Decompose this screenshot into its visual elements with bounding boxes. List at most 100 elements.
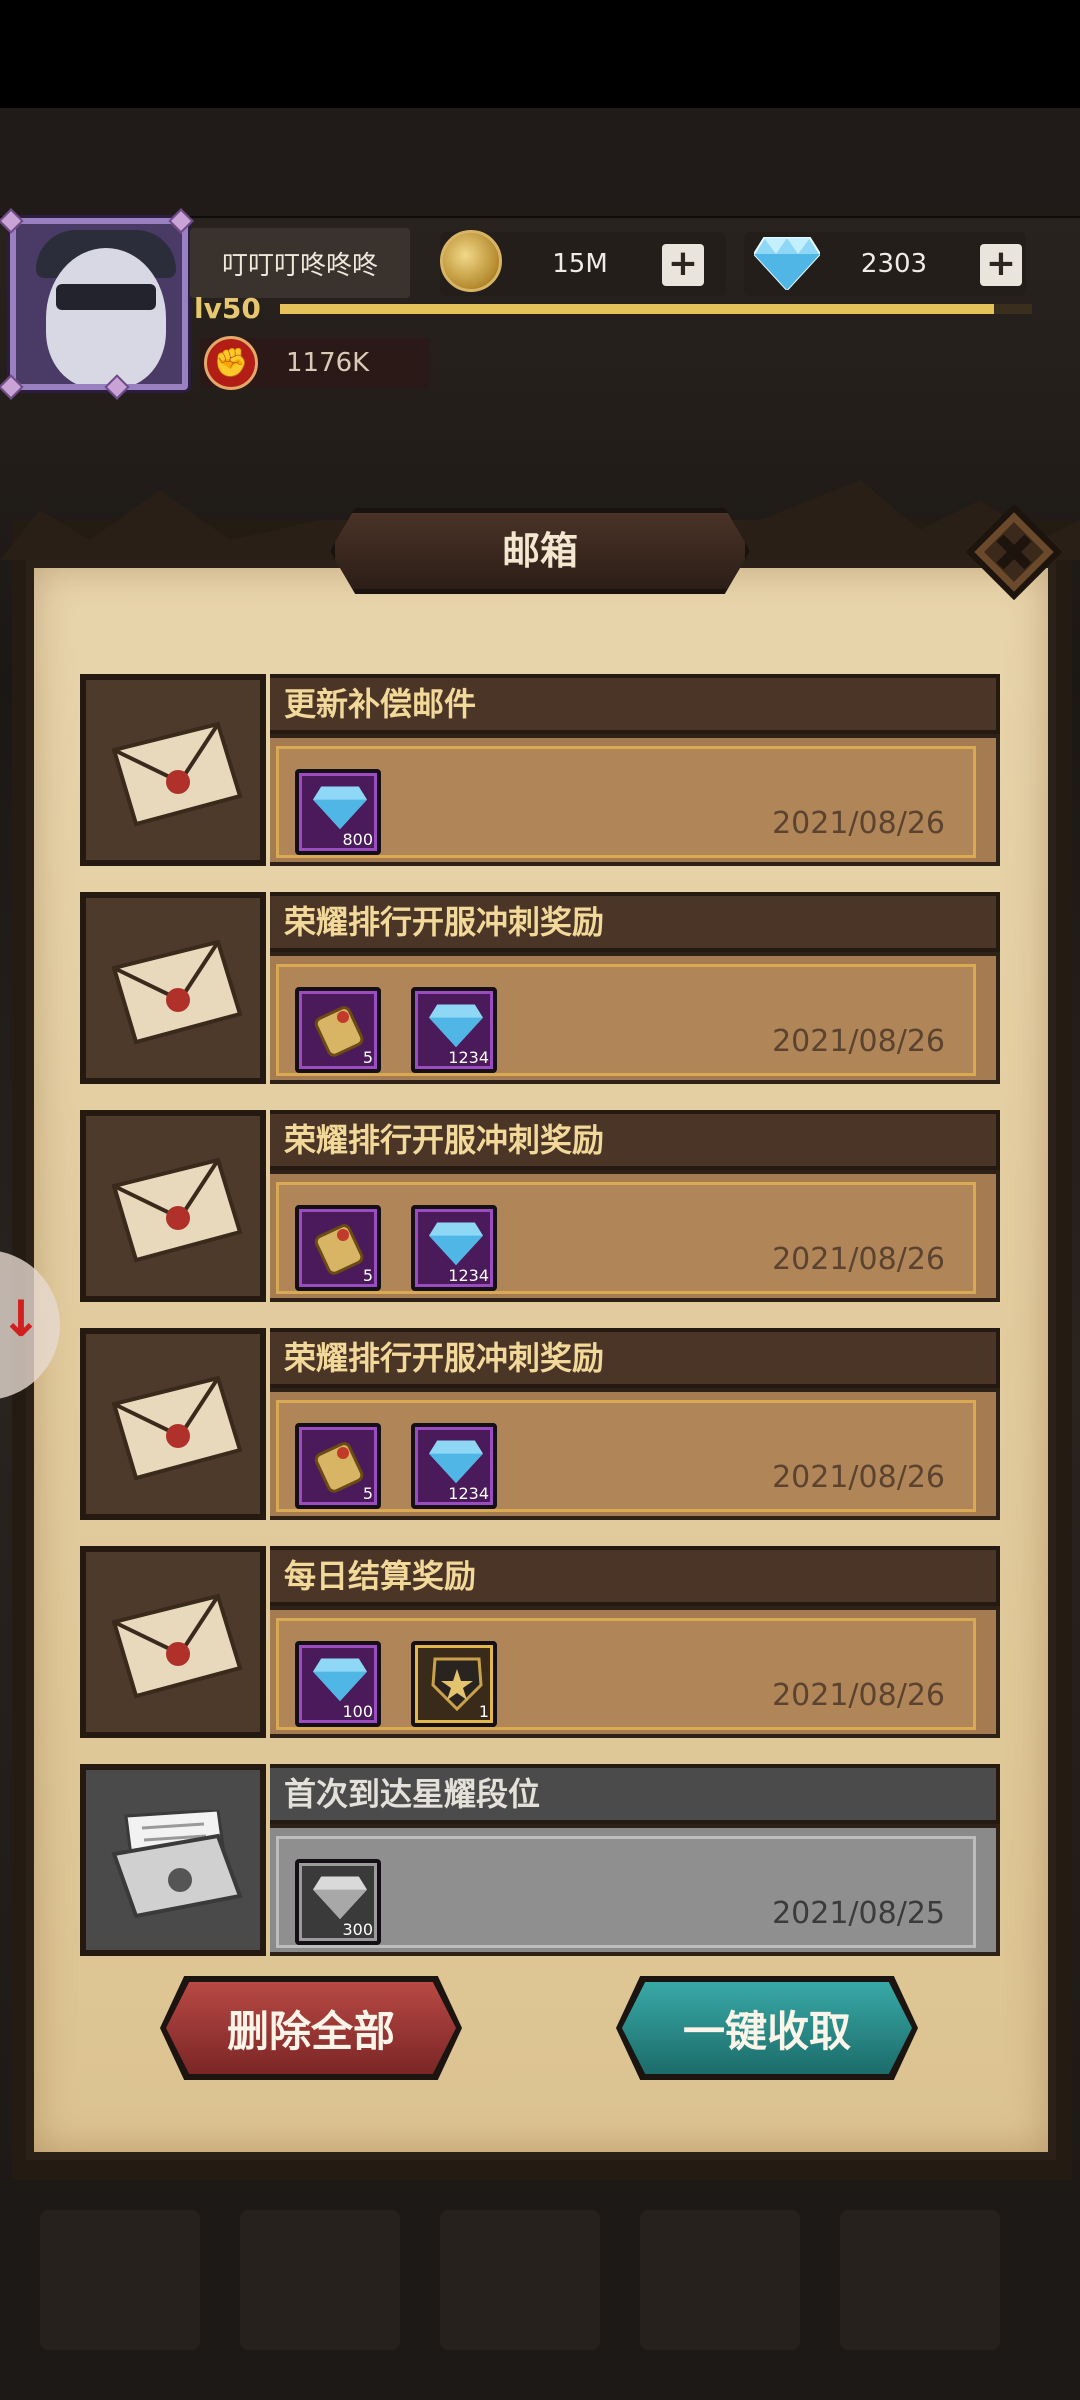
status-bar-area: [0, 0, 1080, 108]
level-progress-bar: [280, 304, 1032, 314]
player-name: 叮叮叮咚咚咚: [190, 228, 410, 298]
reward-quantity: 800: [342, 830, 373, 849]
avatar-face: [46, 248, 166, 384]
mail-reward-area: 300 2021/08/25: [276, 1836, 976, 1948]
mail-reward-area: 5 1234 2021/08/26: [276, 1182, 976, 1294]
diamond-icon: [313, 1658, 367, 1702]
mail-date: 2021/08/26: [772, 1460, 945, 1495]
diamond-icon: [313, 1876, 367, 1920]
mail-header: 荣耀排行开服冲刺奖励: [270, 1110, 1000, 1170]
diamond-icon: [429, 1440, 483, 1484]
diamond-icon: [754, 237, 820, 290]
gold-coin-icon: [440, 230, 502, 292]
reward-quantity: 5: [362, 1048, 373, 1067]
bottom-nav-slot: [440, 2210, 600, 2350]
bottom-nav-slot: [640, 2210, 800, 2350]
mail-title: 荣耀排行开服冲刺奖励: [284, 903, 605, 941]
reward-slot[interactable]: 1234: [411, 1423, 497, 1509]
bottom-nav-slot: [40, 2210, 200, 2350]
reward-quantity: 1234: [448, 1048, 489, 1067]
mail-header: 首次到达星耀段位: [270, 1764, 1000, 1824]
reward-quantity: 1234: [448, 1266, 489, 1285]
mail-icon-box: [80, 674, 266, 866]
reward-slot[interactable]: 5: [295, 1423, 381, 1509]
scroll-icon: [314, 1224, 364, 1275]
player-avatar[interactable]: [10, 218, 188, 390]
mail-header: 荣耀排行开服冲刺奖励: [270, 892, 1000, 952]
mail-item[interactable]: 荣耀排行开服冲刺奖励 5 1234 2021/08/26: [80, 1328, 1000, 1520]
mail-icon-box: [80, 1328, 266, 1520]
mail-item[interactable]: 荣耀排行开服冲刺奖励 5 1234 2021/08/26: [80, 1110, 1000, 1302]
bottom-nav-slot: [240, 2210, 400, 2350]
diamond-icon: [429, 1004, 483, 1048]
envelope-icon: [111, 1375, 243, 1481]
floating-arrow-icon: ↓: [0, 1290, 42, 1348]
reward-quantity: 1: [478, 1702, 489, 1721]
top-banner-background: [0, 108, 1080, 218]
envelope-icon: [111, 939, 243, 1045]
mail-reward-area: 5 1234 2021/08/26: [276, 1400, 976, 1512]
mail-item[interactable]: 每日结算奖励 100 1 2021/08/26: [80, 1546, 1000, 1738]
reward-slot[interactable]: 300: [295, 1859, 381, 1945]
star-badge-icon: [431, 1657, 483, 1712]
add-gold-button[interactable]: +: [662, 244, 704, 286]
reward-quantity: 5: [362, 1266, 373, 1285]
mail-title: 荣耀排行开服冲刺奖励: [284, 1121, 605, 1159]
scroll-icon: [314, 1442, 364, 1493]
mail-date: 2021/08/26: [772, 806, 945, 841]
reward-slot[interactable]: 5: [295, 987, 381, 1073]
mail-header: 每日结算奖励: [270, 1546, 1000, 1606]
mail-icon-box: [80, 892, 266, 1084]
mail-icon-box: [80, 1110, 266, 1302]
mail-title: 荣耀排行开服冲刺奖励: [284, 1339, 605, 1377]
fist-icon: ✊: [204, 336, 258, 390]
level-progress-fill: [280, 304, 995, 314]
reward-slot[interactable]: 800: [295, 769, 381, 855]
reward-slot[interactable]: 5: [295, 1205, 381, 1291]
mail-item[interactable]: 更新补偿邮件 800 2021/08/26: [80, 674, 1000, 866]
mail-title: 每日结算奖励: [284, 1557, 477, 1595]
bottom-nav-slot: [840, 2210, 1000, 2350]
mail-title: 首次到达星耀段位: [284, 1775, 541, 1813]
mail-reward-area: 800 2021/08/26: [276, 746, 976, 858]
mail-date: 2021/08/26: [772, 1024, 945, 1059]
reward-slot[interactable]: 100: [295, 1641, 381, 1727]
add-diamond-button[interactable]: +: [980, 244, 1022, 286]
delete-all-button[interactable]: 删除全部: [166, 1982, 456, 2074]
reward-quantity: 5: [362, 1484, 373, 1503]
mail-body: 100 1 2021/08/26: [270, 1606, 1000, 1738]
player-level: lv50: [194, 292, 261, 325]
mail-date: 2021/08/26: [772, 1242, 945, 1277]
reward-slot[interactable]: 1234: [411, 1205, 497, 1291]
diamond-icon: [313, 786, 367, 830]
mail-reward-area: 5 1234 2021/08/26: [276, 964, 976, 1076]
mail-body: 5 1234 2021/08/26: [270, 1170, 1000, 1302]
gold-value: 15M: [552, 249, 608, 279]
collect-all-button[interactable]: 一键收取: [622, 1982, 912, 2074]
mail-date: 2021/08/25: [772, 1896, 945, 1931]
diamond-value: 2303: [860, 249, 928, 279]
mail-item[interactable]: 荣耀排行开服冲刺奖励 5 1234 2021/08/26: [80, 892, 1000, 1084]
envelope-icon: [111, 1593, 243, 1699]
mail-icon-box: [80, 1764, 266, 1956]
mail-icon-box: [80, 1546, 266, 1738]
diamond-icon: [429, 1222, 483, 1266]
close-button[interactable]: [966, 504, 1062, 600]
reward-quantity: 300: [342, 1920, 373, 1939]
mail-body: 5 1234 2021/08/26: [270, 952, 1000, 1084]
scroll-icon: [314, 1006, 364, 1057]
mail-date: 2021/08/26: [772, 1678, 945, 1713]
mail-header: 更新补偿邮件: [270, 674, 1000, 734]
reward-slot[interactable]: 1234: [411, 987, 497, 1073]
envelope-icon: [111, 1157, 243, 1263]
mail-body: 300 2021/08/25: [270, 1824, 1000, 1956]
mail-item-read[interactable]: 首次到达星耀段位 300 2021/08/25: [80, 1764, 1000, 1956]
reward-slot[interactable]: 1: [411, 1641, 497, 1727]
reward-quantity: 1234: [448, 1484, 489, 1503]
avatar-mask: [56, 284, 156, 310]
envelope-icon: [111, 721, 243, 827]
bottom-nav-background: [0, 2180, 1080, 2400]
mail-header: 荣耀排行开服冲刺奖励: [270, 1328, 1000, 1388]
mail-body: 800 2021/08/26: [270, 734, 1000, 866]
mail-body: 5 1234 2021/08/26: [270, 1388, 1000, 1520]
